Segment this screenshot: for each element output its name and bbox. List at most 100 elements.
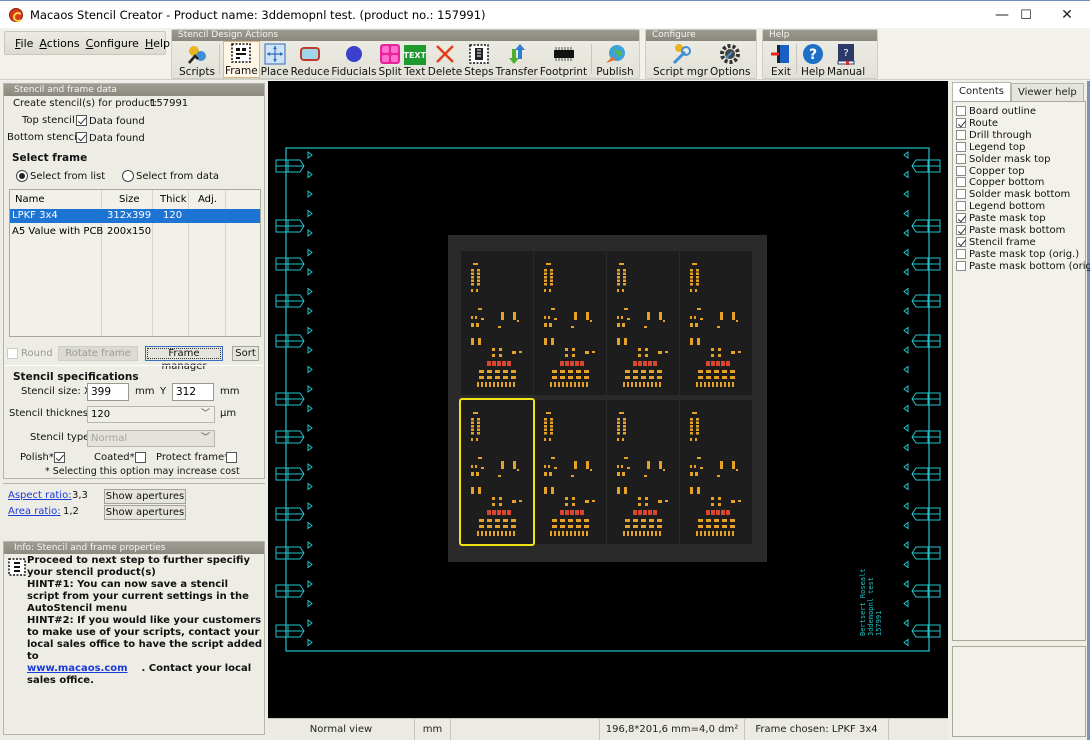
polish-checkbox[interactable] bbox=[54, 452, 65, 463]
sort-button[interactable]: Sort bbox=[232, 346, 259, 361]
paste-pad bbox=[647, 531, 649, 536]
exit-button[interactable]: Exit bbox=[769, 41, 793, 78]
paste-pad bbox=[657, 370, 662, 373]
paste-pad bbox=[562, 531, 564, 536]
column-header-name[interactable]: Name bbox=[15, 193, 45, 207]
close-button[interactable]: ✕ bbox=[1044, 1, 1090, 29]
place-button[interactable]: Place bbox=[260, 41, 290, 78]
macaos-website-link[interactable]: www.macaos.com bbox=[27, 663, 128, 674]
paste-pad bbox=[706, 361, 710, 366]
steps-button[interactable]: Steps bbox=[463, 41, 494, 78]
frame-button[interactable]: Frame bbox=[222, 41, 260, 78]
area-ratio-link[interactable]: Area ratio: bbox=[8, 506, 61, 517]
bottom-stencil-checkbox[interactable] bbox=[76, 132, 87, 143]
help-button[interactable]: ? Help bbox=[800, 41, 826, 78]
script-manager-button[interactable]: Script mgr bbox=[652, 41, 709, 78]
paste-pad bbox=[471, 338, 474, 345]
table-row[interactable]: A5 Value with PCB 200x150 bbox=[10, 225, 260, 239]
menu-configure[interactable]: Configure bbox=[86, 37, 139, 50]
layer-checkbox[interactable] bbox=[956, 248, 966, 259]
publish-button[interactable]: Publish bbox=[595, 41, 634, 78]
paste-pad bbox=[550, 283, 553, 286]
info-text: Proceed to next step to further specifiy… bbox=[27, 555, 263, 686]
unit-label: mm bbox=[135, 386, 155, 397]
paste-pad bbox=[512, 500, 516, 503]
stencil-size-y-input[interactable]: 312 bbox=[172, 383, 214, 401]
column-header-adj[interactable]: Adj. bbox=[198, 193, 217, 207]
frame-pin-left bbox=[307, 560, 313, 569]
toolbar-title: Stencil Design Actions bbox=[172, 30, 639, 41]
layer-checkbox[interactable] bbox=[956, 213, 966, 224]
tab-contents[interactable]: Contents bbox=[952, 82, 1011, 101]
layer-checkbox[interactable] bbox=[956, 106, 966, 116]
paste-pad bbox=[690, 472, 693, 476]
stencil-viewer-canvas[interactable]: Bertsert Rosealt 3ddemopnl test 157991 bbox=[268, 81, 948, 718]
aspect-ratio-link[interactable]: Aspect ratio: bbox=[8, 490, 72, 501]
paste-pad bbox=[477, 531, 479, 536]
layer-checkbox[interactable] bbox=[956, 177, 966, 188]
frame-manager-button[interactable]: Frame manager bbox=[145, 346, 223, 372]
show-apertures-area-button[interactable]: Show apertures bbox=[104, 505, 186, 520]
tab-viewer-help[interactable]: Viewer help bbox=[1010, 83, 1084, 101]
select-from-data-radio[interactable] bbox=[122, 170, 134, 182]
options-button[interactable]: Options bbox=[709, 41, 752, 78]
stencil-type-select[interactable]: Normal ﹀ bbox=[87, 430, 215, 447]
layer-checkbox[interactable] bbox=[956, 236, 966, 247]
reduce-button[interactable]: Reduce bbox=[290, 41, 331, 78]
paste-pad bbox=[698, 519, 703, 522]
round-checkbox[interactable] bbox=[7, 348, 18, 359]
show-apertures-aspect-button[interactable]: Show apertures bbox=[104, 489, 186, 504]
paste-pad bbox=[697, 487, 700, 494]
layer-checkbox[interactable] bbox=[956, 189, 966, 200]
paste-pad bbox=[550, 421, 553, 424]
paste-pad bbox=[690, 338, 693, 345]
paste-pad bbox=[578, 382, 580, 387]
coated-checkbox[interactable] bbox=[135, 452, 146, 463]
paste-pad bbox=[647, 312, 650, 320]
protect-frame-checkbox[interactable] bbox=[226, 452, 237, 463]
frame-clamp-left bbox=[275, 219, 305, 233]
paste-pad bbox=[570, 361, 574, 366]
paste-pad bbox=[690, 289, 692, 292]
layer-checkbox[interactable] bbox=[956, 141, 966, 152]
layer-label: Stencil frame bbox=[969, 236, 1036, 248]
manual-button[interactable]: ? Manual bbox=[826, 41, 866, 78]
select-from-list-label[interactable]: Select from list bbox=[30, 171, 105, 182]
column-header-size[interactable]: Size bbox=[119, 193, 140, 207]
menu-actions[interactable]: Actions bbox=[39, 37, 79, 50]
stencil-thickness-select[interactable]: 120 ﹀ bbox=[87, 406, 215, 423]
menu-help[interactable]: Help bbox=[145, 37, 170, 50]
layer-checkbox[interactable] bbox=[956, 153, 966, 164]
split-button[interactable]: Split bbox=[377, 41, 402, 78]
paste-pad bbox=[711, 361, 715, 366]
column-header-thick[interactable]: Thick bbox=[160, 193, 187, 207]
top-stencil-checkbox[interactable] bbox=[76, 115, 87, 126]
rotate-frame-button[interactable]: Rotate frame bbox=[58, 346, 138, 361]
layer-checkbox[interactable] bbox=[956, 225, 966, 235]
menu-file[interactable]: File bbox=[15, 37, 33, 50]
status-unit: mm bbox=[415, 719, 451, 740]
frame-label-text: Bertsert Rosealt bbox=[859, 569, 867, 636]
delete-button[interactable]: Delete bbox=[427, 41, 464, 78]
paste-pad bbox=[711, 510, 715, 515]
footprint-button[interactable]: Footprint bbox=[539, 41, 588, 78]
transfer-button[interactable]: Transfer bbox=[495, 41, 539, 78]
layer-checkbox[interactable] bbox=[956, 260, 966, 271]
fiducials-button[interactable]: Fiducials bbox=[330, 41, 377, 78]
frame-pin-left bbox=[307, 287, 313, 296]
select-from-data-label[interactable]: Select from data bbox=[136, 171, 219, 182]
viewer-tabs: Contents Viewer help bbox=[952, 82, 1084, 101]
paste-pad bbox=[649, 376, 654, 379]
maximize-button[interactable]: ☐ bbox=[1003, 1, 1049, 29]
layer-checkbox[interactable] bbox=[956, 201, 966, 212]
layer-checkbox[interactable] bbox=[956, 165, 966, 176]
table-row[interactable]: LPKF 3x4 312x399 120 bbox=[10, 209, 260, 223]
layer-checkbox[interactable] bbox=[956, 129, 966, 140]
text-button[interactable]: TEXT Text bbox=[403, 41, 427, 78]
stencil-size-x-input[interactable]: 399 bbox=[87, 383, 129, 401]
scripts-button[interactable]: Scripts bbox=[178, 41, 216, 78]
layer-checkbox[interactable] bbox=[956, 117, 966, 128]
frame-list[interactable]: Name Size Thick Adj. LPKF 3x4 312x399 12… bbox=[9, 189, 261, 337]
select-from-list-radio[interactable] bbox=[16, 170, 28, 182]
paste-pad bbox=[487, 361, 491, 366]
